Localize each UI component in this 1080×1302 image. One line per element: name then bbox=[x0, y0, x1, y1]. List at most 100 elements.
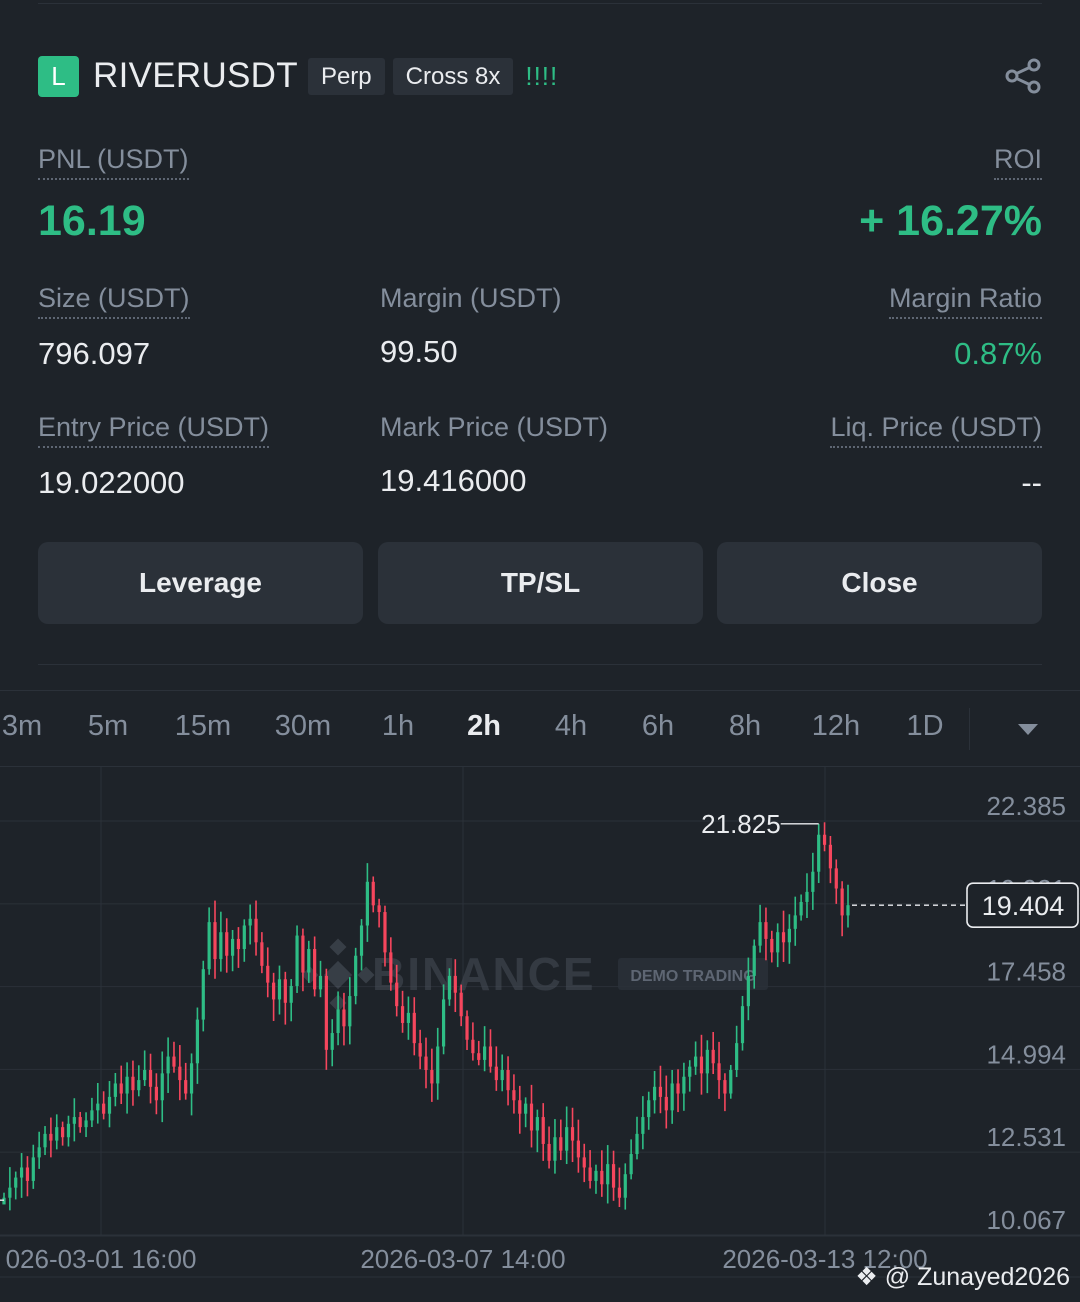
candle-body bbox=[55, 1127, 59, 1141]
candle-body bbox=[817, 834, 821, 872]
candle-body bbox=[500, 1070, 504, 1081]
candle-body bbox=[406, 1012, 411, 1023]
roi-label[interactable]: ROI bbox=[993, 144, 1042, 180]
tab-interval-6h[interactable]: 6h bbox=[642, 710, 674, 743]
price-chart[interactable]: 22.38519.92117.45814.99412.53110.067026-… bbox=[0, 767, 1080, 1302]
entry-price-label[interactable]: Entry Price (USDT) bbox=[38, 412, 270, 448]
candle-body bbox=[107, 1096, 112, 1114]
watermark-text: BINANCE bbox=[372, 948, 596, 1000]
candle-body bbox=[424, 1056, 428, 1071]
candle-body bbox=[711, 1049, 715, 1064]
candle-body bbox=[365, 881, 369, 926]
candle-body bbox=[453, 975, 457, 993]
candle-body bbox=[729, 1070, 733, 1094]
candle-body bbox=[828, 844, 833, 869]
candle-body bbox=[25, 1167, 30, 1181]
tab-interval-12h[interactable]: 12h bbox=[812, 710, 860, 743]
leverage-button[interactable]: Leverage bbox=[38, 542, 363, 624]
candle-body bbox=[746, 975, 750, 1007]
tab-interval-1h[interactable]: 1h bbox=[382, 710, 414, 743]
tpsl-button[interactable]: TP/SL bbox=[378, 542, 703, 624]
candle-body bbox=[342, 1009, 346, 1027]
tab-interval-1d[interactable]: 1D bbox=[906, 710, 943, 743]
tab-interval-8h[interactable]: 8h bbox=[729, 710, 761, 743]
credit-text: @ Zunayed2026 bbox=[884, 1263, 1070, 1291]
candle-body bbox=[600, 1170, 604, 1185]
tab-interval-30m[interactable]: 30m bbox=[275, 710, 331, 743]
chart-grid: 22.38519.92117.45814.99412.53110.067026-… bbox=[0, 767, 1080, 1278]
candle-body bbox=[418, 1043, 422, 1057]
candle-body bbox=[400, 1006, 405, 1023]
tab-divider bbox=[969, 708, 970, 750]
candle-body bbox=[72, 1117, 76, 1124]
tab-interval-2h[interactable]: 2h bbox=[467, 710, 501, 743]
candle-body bbox=[207, 922, 211, 970]
candle-body bbox=[483, 1046, 487, 1060]
candle-body bbox=[78, 1117, 82, 1128]
candle-body bbox=[172, 1056, 176, 1067]
candle-body bbox=[682, 1076, 686, 1094]
y-tick-label: 22.385 bbox=[986, 791, 1066, 821]
candle-body bbox=[670, 1083, 674, 1111]
candle-body bbox=[84, 1120, 88, 1128]
candle-body bbox=[37, 1147, 41, 1158]
candle-body bbox=[2, 1197, 6, 1205]
candle-body bbox=[588, 1167, 592, 1181]
credit-watermark: ❖ @ Zunayed2026 bbox=[855, 1262, 1070, 1292]
y-tick-label: 14.994 bbox=[986, 1039, 1066, 1069]
candle-body bbox=[541, 1117, 545, 1144]
candle-body bbox=[606, 1164, 610, 1185]
share-icon[interactable] bbox=[1004, 57, 1042, 95]
candle-body bbox=[225, 932, 229, 956]
candle-body bbox=[770, 938, 774, 953]
demo-trading-badge: DEMO TRADING bbox=[630, 968, 755, 985]
candle-body bbox=[301, 935, 305, 973]
size-label[interactable]: Size (USDT) bbox=[38, 283, 190, 319]
symbol-title[interactable]: RIVERUSDT bbox=[93, 56, 298, 96]
candle-body bbox=[283, 979, 287, 1003]
candle-body bbox=[652, 1086, 657, 1101]
candle-body bbox=[477, 1053, 481, 1060]
margin-value: 99.50 bbox=[380, 334, 458, 369]
candle-body bbox=[781, 932, 786, 943]
binance-square-icon: ❖ bbox=[855, 1263, 878, 1291]
tab-interval-5m[interactable]: 5m bbox=[88, 710, 128, 743]
position-header: L RIVERUSDT Perp Cross 8x !!!! bbox=[38, 55, 1042, 97]
margin-mode-tag[interactable]: Cross 8x bbox=[392, 57, 514, 95]
section-divider bbox=[0, 690, 1080, 691]
candle-body bbox=[459, 992, 463, 1017]
candle-body bbox=[565, 1127, 569, 1151]
tab-interval-15m[interactable]: 15m bbox=[175, 710, 231, 743]
candle-body bbox=[664, 1096, 668, 1111]
current-price-label: 19.404 bbox=[982, 891, 1065, 921]
candle-body bbox=[166, 1056, 170, 1074]
close-position-button[interactable]: Close bbox=[717, 542, 1042, 624]
margin-ratio-label[interactable]: Margin Ratio bbox=[888, 283, 1042, 319]
candle-body bbox=[131, 1076, 135, 1091]
candle-body bbox=[307, 949, 311, 973]
candle-body bbox=[752, 945, 756, 976]
pnl-label[interactable]: PNL (USDT) bbox=[38, 144, 189, 180]
tab-interval-3m[interactable]: 3m bbox=[2, 710, 42, 743]
candle-body bbox=[96, 1103, 100, 1111]
candle-body bbox=[553, 1137, 557, 1161]
candle-body bbox=[336, 1009, 340, 1034]
candle-body bbox=[559, 1137, 563, 1151]
candle-body bbox=[213, 922, 217, 960]
candle-body bbox=[811, 871, 815, 892]
candle-body bbox=[148, 1070, 153, 1087]
tab-interval-4h[interactable]: 4h bbox=[555, 710, 587, 743]
margin-ratio-value: 0.87% bbox=[954, 336, 1042, 371]
chevron-down-icon[interactable] bbox=[1018, 724, 1038, 735]
binance-watermark: BINANCE DEMO TRADING bbox=[301, 938, 768, 1012]
candle-body bbox=[623, 1174, 627, 1198]
candle-body bbox=[717, 1063, 721, 1081]
candle-body bbox=[799, 901, 803, 916]
pnl-value: 16.19 bbox=[38, 197, 146, 245]
candle-body bbox=[688, 1066, 692, 1077]
candle-body bbox=[705, 1049, 709, 1074]
liq-price-label[interactable]: Liq. Price (USDT) bbox=[830, 412, 1042, 448]
candle-body bbox=[90, 1110, 94, 1121]
candle-body bbox=[119, 1083, 123, 1094]
candle-body bbox=[289, 985, 293, 1003]
